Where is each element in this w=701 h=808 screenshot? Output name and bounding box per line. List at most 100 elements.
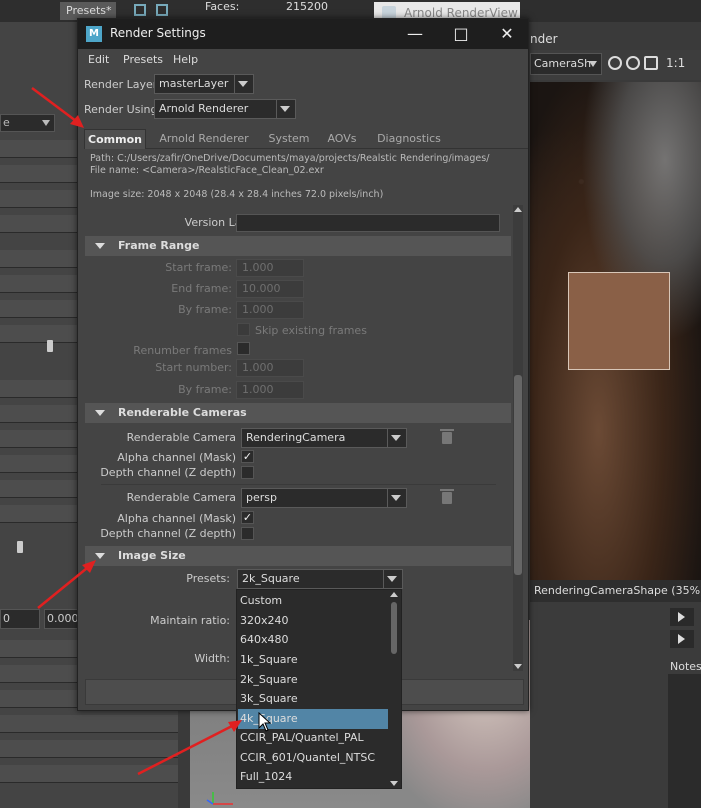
dropdown-separator bbox=[383, 570, 384, 588]
zoom-ratio: 1:1 bbox=[666, 56, 686, 70]
scroll-down-icon[interactable] bbox=[514, 664, 522, 669]
axis-gizmo-icon bbox=[206, 792, 233, 805]
crop-region[interactable] bbox=[568, 272, 670, 370]
scroll-up-icon[interactable] bbox=[514, 207, 522, 212]
play-button[interactable] bbox=[670, 630, 694, 648]
tab-common[interactable]: Common bbox=[84, 129, 146, 149]
collapse-triangle-icon bbox=[95, 243, 105, 249]
end-frame-field[interactable]: 10.000 bbox=[236, 280, 304, 298]
renumber-frames-checkbox[interactable] bbox=[237, 342, 250, 355]
renderable-camera-label: Renderable Camera bbox=[126, 491, 236, 504]
renderable-camera-dropdown[interactable]: persp bbox=[241, 488, 407, 508]
slider-handle[interactable] bbox=[17, 541, 23, 553]
render-image[interactable] bbox=[530, 82, 701, 580]
alpha-channel-checkbox[interactable]: ✓ bbox=[241, 450, 254, 463]
copy-icon[interactable] bbox=[156, 4, 168, 16]
layout-icon[interactable] bbox=[134, 4, 146, 16]
settings-scrollbar[interactable] bbox=[513, 205, 523, 671]
preset-option[interactable]: 3k_Square bbox=[238, 689, 388, 709]
by-frame-label: By frame: bbox=[178, 303, 232, 316]
start-frame-field[interactable]: 1.000 bbox=[236, 259, 304, 277]
version-label-field[interactable] bbox=[236, 214, 500, 232]
target-icon[interactable] bbox=[608, 56, 622, 70]
globe-icon[interactable] bbox=[626, 56, 640, 70]
menu-edit[interactable]: Edit bbox=[88, 53, 109, 66]
attribute-row bbox=[0, 740, 178, 758]
depth-channel-label: Depth channel (Z depth) bbox=[100, 527, 236, 540]
preset-option[interactable]: 320x240 bbox=[238, 611, 388, 631]
depth-channel-checkbox[interactable] bbox=[241, 527, 254, 540]
tab-diagnostics[interactable]: Diagnostics bbox=[374, 129, 444, 149]
notes-field[interactable] bbox=[668, 674, 701, 808]
chevron-down-icon bbox=[391, 435, 401, 441]
checker-icon[interactable] bbox=[644, 56, 658, 70]
preset-option[interactable]: 640x480 bbox=[238, 630, 388, 650]
renderable-camera-label: Renderable Camera bbox=[126, 431, 236, 444]
depth-channel-label: Depth channel (Z depth) bbox=[100, 466, 236, 479]
preset-option[interactable]: CCIR_601/Quantel_NTSC bbox=[238, 748, 388, 768]
by-frame-field[interactable]: 1.000 bbox=[236, 301, 304, 319]
alpha-channel-checkbox[interactable]: ✓ bbox=[241, 511, 254, 524]
attribute-dropdown[interactable]: e bbox=[0, 114, 55, 132]
depth-channel-checkbox[interactable] bbox=[241, 466, 254, 479]
close-button[interactable]: ✕ bbox=[484, 19, 530, 49]
renderable-camera-value: RenderingCamera bbox=[246, 431, 346, 444]
tab-aovs[interactable]: AOVs bbox=[322, 129, 362, 149]
slider-handle[interactable] bbox=[47, 340, 53, 352]
scroll-down-icon[interactable] bbox=[390, 781, 398, 786]
maximize-button[interactable]: □ bbox=[438, 19, 484, 49]
minimize-button[interactable]: — bbox=[392, 19, 438, 49]
width-label: Width: bbox=[194, 652, 230, 665]
chevron-down-icon bbox=[391, 495, 401, 501]
tab-system[interactable]: System bbox=[264, 129, 314, 149]
presets-label: Presets: bbox=[186, 572, 230, 585]
dropdown-separator bbox=[234, 75, 235, 93]
scroll-up-icon[interactable] bbox=[390, 592, 398, 597]
image-size-presets-dropdown[interactable]: 2k_Square bbox=[237, 569, 403, 589]
section-renderable-cameras[interactable]: Renderable Cameras bbox=[85, 403, 511, 423]
by-frame-2-field[interactable]: 1.000 bbox=[236, 381, 304, 399]
renderable-camera-value: persp bbox=[246, 491, 277, 504]
skip-existing-checkbox[interactable] bbox=[237, 323, 250, 336]
alpha-channel-label: Alpha channel (Mask) bbox=[117, 451, 236, 464]
menu-help[interactable]: Help bbox=[173, 53, 198, 66]
tab-arnold-renderer[interactable]: Arnold Renderer bbox=[154, 129, 254, 149]
trash-icon[interactable] bbox=[440, 489, 454, 504]
attribute-row bbox=[0, 765, 178, 783]
chevron-down-icon bbox=[387, 576, 397, 582]
renderview-label: nder bbox=[530, 32, 558, 46]
render-using-dropdown[interactable]: Arnold Renderer bbox=[154, 99, 296, 119]
file-name-info: File name: <Camera>/RealsticFace_Clean_0… bbox=[90, 165, 324, 176]
tab-bar: Common Arnold Renderer System AOVs Diagn… bbox=[84, 129, 528, 149]
scrollbar-thumb[interactable] bbox=[514, 375, 522, 575]
preset-option[interactable]: 1k_Square bbox=[238, 650, 388, 670]
preset-option[interactable]: CCIR_PAL/Quantel_PAL bbox=[238, 728, 388, 748]
dropdown-separator bbox=[387, 429, 388, 447]
path-info: Path: C:/Users/zafir/OneDrive/Documents/… bbox=[90, 153, 490, 164]
start-number-label: Start number: bbox=[155, 361, 232, 374]
play-button[interactable] bbox=[670, 608, 694, 626]
section-image-size[interactable]: Image Size bbox=[85, 546, 511, 566]
presets-dropdown-list: Custom 320x240 640x480 1k_Square 2k_Squa… bbox=[236, 589, 402, 789]
skip-existing-label: Skip existing frames bbox=[255, 324, 367, 337]
render-layer-dropdown[interactable]: masterLayer bbox=[154, 74, 254, 94]
trash-icon[interactable] bbox=[440, 429, 454, 444]
section-frame-range[interactable]: Frame Range bbox=[85, 236, 511, 256]
camera-dropdown[interactable]: CameraSh bbox=[530, 53, 602, 75]
preset-option[interactable]: Custom bbox=[238, 591, 388, 611]
start-number-field[interactable]: 1.000 bbox=[236, 359, 304, 377]
end-frame-label: End frame: bbox=[171, 282, 232, 295]
section-title: Frame Range bbox=[118, 239, 200, 252]
dropdown-scrollbar[interactable] bbox=[389, 592, 399, 788]
image-size-presets-value: 2k_Square bbox=[242, 572, 300, 585]
preset-option[interactable]: Full_1024 bbox=[238, 767, 388, 787]
preset-option[interactable]: 2k_Square bbox=[238, 670, 388, 690]
window-titlebar[interactable]: M Render Settings — □ ✕ bbox=[78, 19, 528, 49]
preset-option-hovered[interactable]: 4k_Square bbox=[238, 709, 388, 729]
chevron-down-icon bbox=[238, 81, 248, 87]
faces-value: 215200 bbox=[286, 0, 328, 13]
numeric-field[interactable]: 0 bbox=[0, 609, 40, 629]
renderable-camera-dropdown[interactable]: RenderingCamera bbox=[241, 428, 407, 448]
menu-presets[interactable]: Presets bbox=[123, 53, 163, 66]
scrollbar-thumb[interactable] bbox=[391, 602, 397, 654]
